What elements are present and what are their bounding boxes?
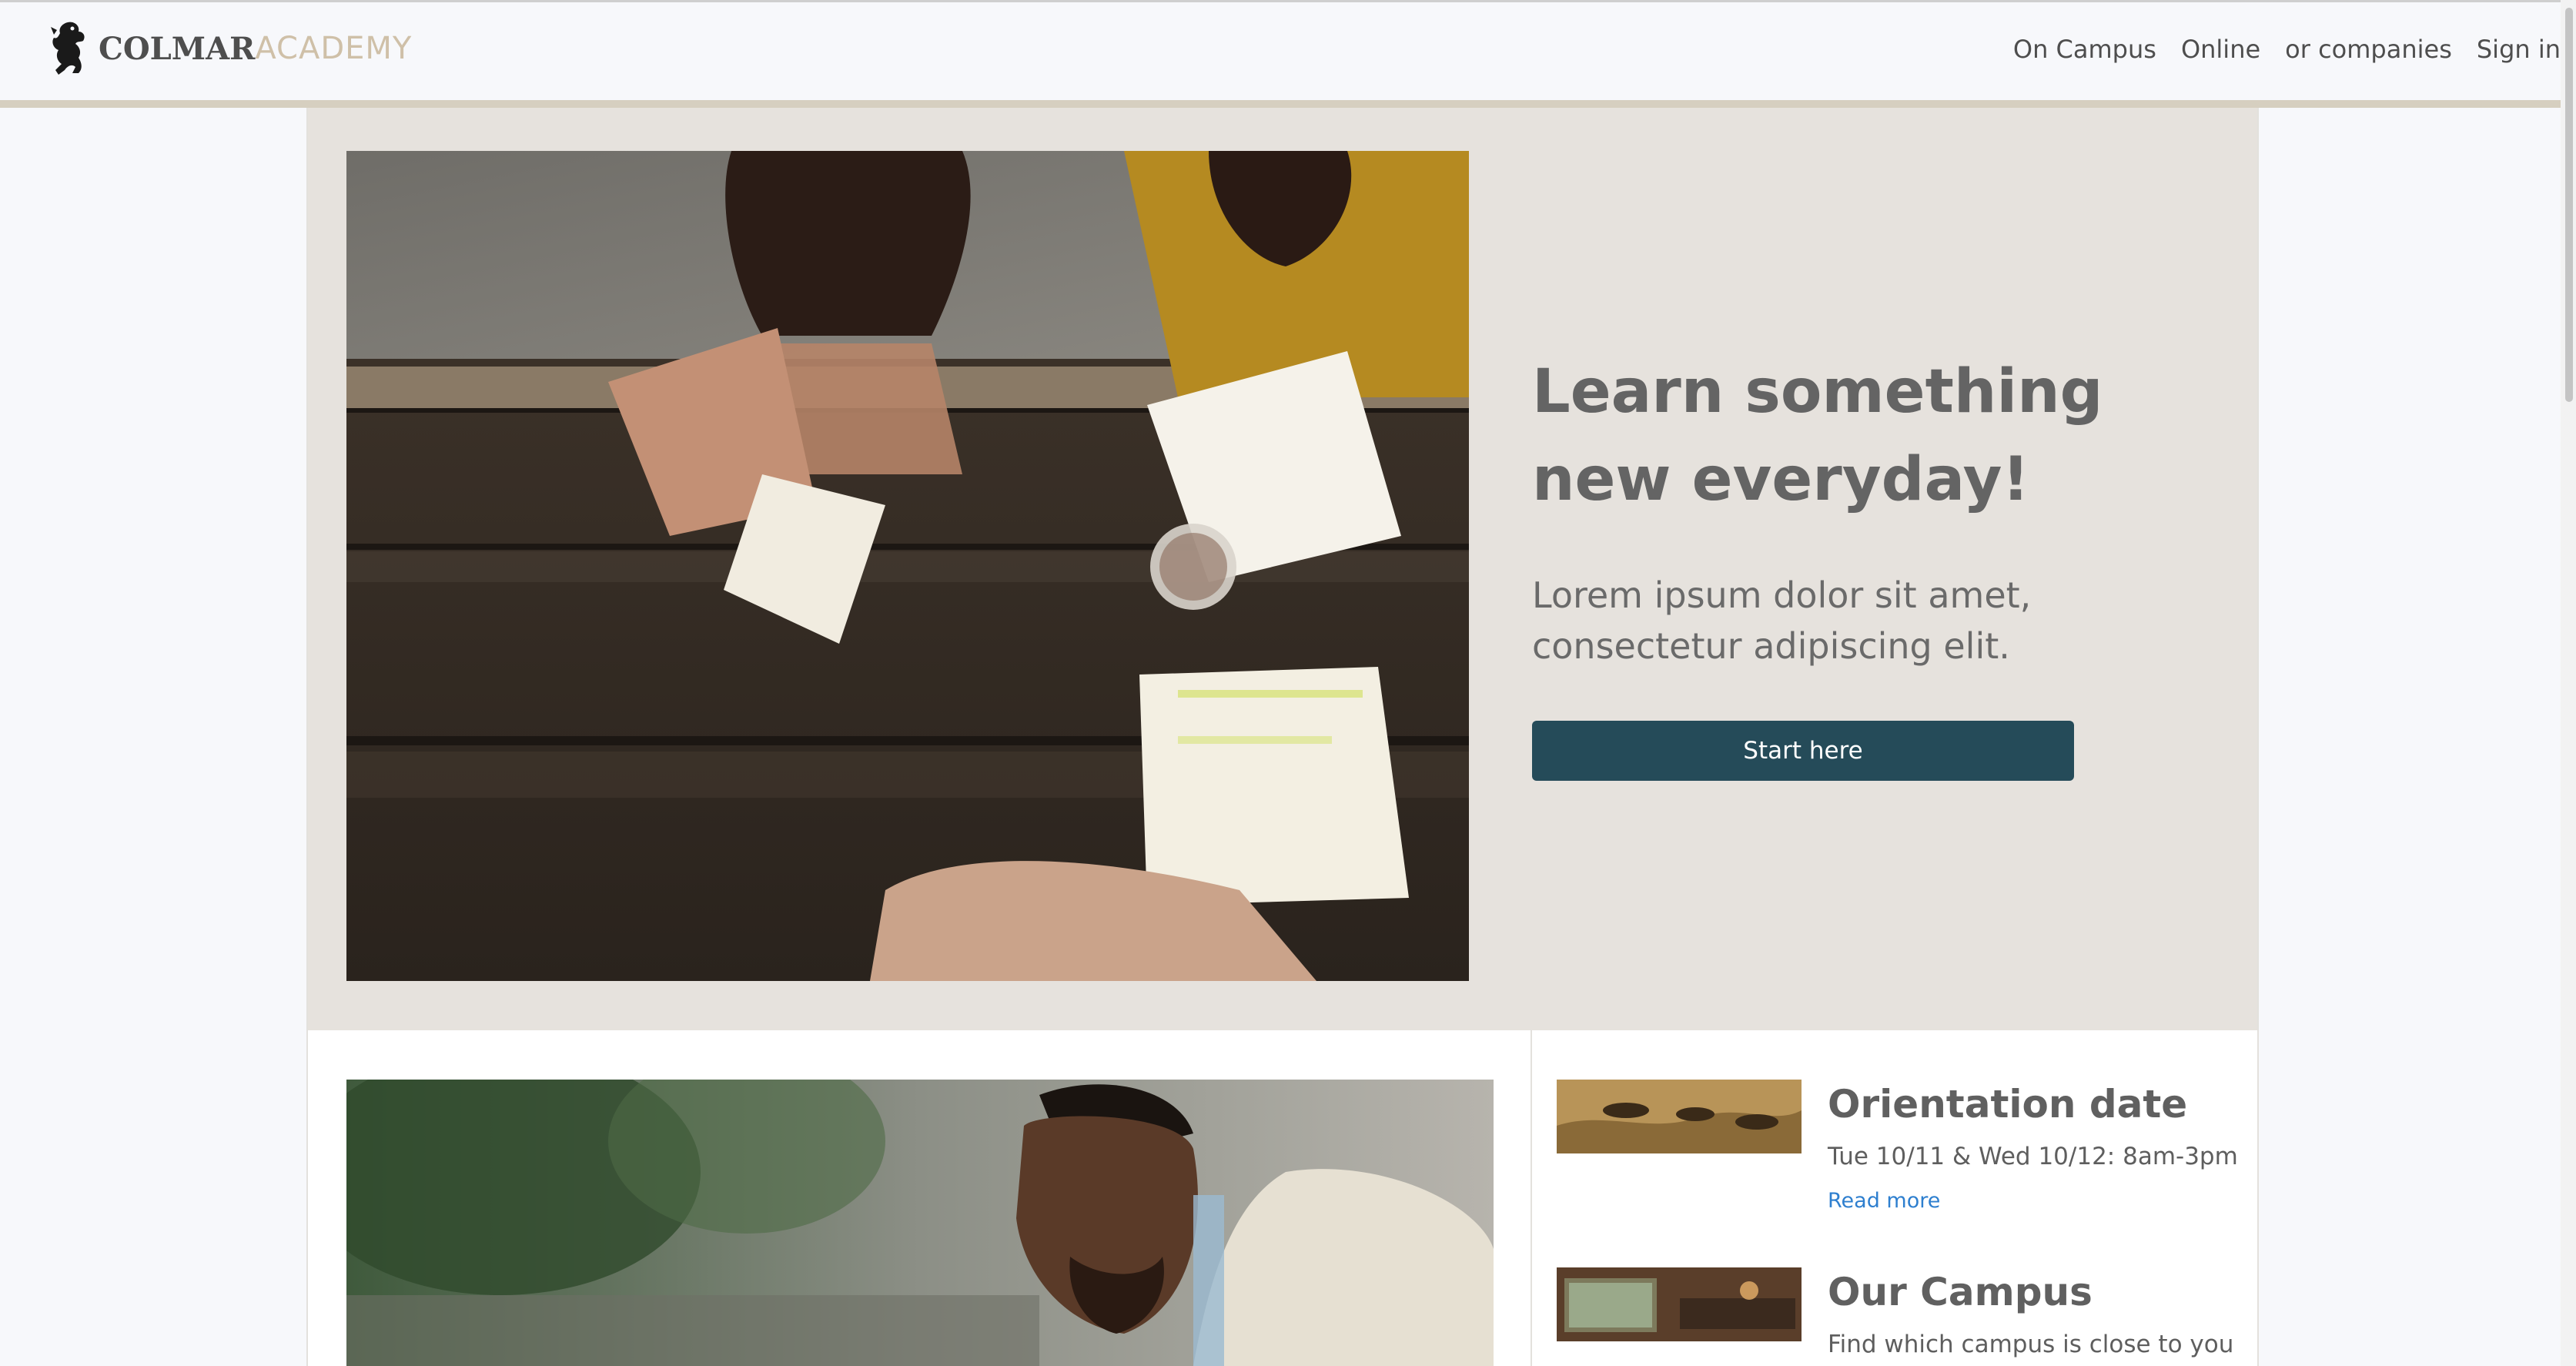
news-title[interactable]: Our Campus xyxy=(1828,1267,2243,1317)
hero-subtitle: Lorem ipsum dolor sit amet, consectetur … xyxy=(1532,570,2194,671)
hero-section: Learn something new everyday! Lorem ipsu… xyxy=(308,108,2257,1030)
hero-title-line1: Learn something xyxy=(1532,357,2103,427)
news-thumbnail[interactable] xyxy=(1557,1080,1802,1153)
news-body: Orientation date Tue 10/11 & Wed 10/12: … xyxy=(1828,1080,2243,1213)
news-description: Tue 10/11 & Wed 10/12: 8am-3pm xyxy=(1828,1143,2238,1170)
nav-link-online[interactable]: Online xyxy=(2181,35,2260,64)
brand-name-main: COLMAR xyxy=(99,30,256,67)
news-title[interactable]: Orientation date xyxy=(1828,1080,2243,1129)
column-divider xyxy=(1531,1030,1532,1366)
nav-link-on-campus[interactable]: On Campus xyxy=(2013,35,2156,64)
hero-text-block: Learn something new everyday! Lorem ipsu… xyxy=(1532,348,2194,781)
top-navbar: COLMAR ACADEMY On Campus Online or compa… xyxy=(0,0,2561,108)
hero-title: Learn something new everyday! xyxy=(1532,348,2194,524)
hero-subtitle-line1: Lorem ipsum dolor sit amet, xyxy=(1532,574,2032,616)
main-content: Learn something new everyday! Lorem ipsu… xyxy=(306,108,2259,1366)
feature-image xyxy=(346,1080,1494,1366)
lower-section: Orientation date Tue 10/11 & Wed 10/12: … xyxy=(308,1030,2257,1366)
hero-image xyxy=(346,151,1469,981)
start-here-button[interactable]: Start here xyxy=(1532,721,2074,781)
hero-title-line2: new everyday! xyxy=(1532,445,2030,514)
news-thumbnail[interactable] xyxy=(1557,1267,1802,1341)
news-description: Find which campus is close to you xyxy=(1828,1331,2234,1358)
page-scrollbar[interactable] xyxy=(2561,0,2576,1366)
scrollbar-thumb[interactable] xyxy=(2565,8,2573,402)
nav-link-sign-in[interactable]: Sign in xyxy=(2477,35,2561,64)
brand-name-accent: ACADEMY xyxy=(255,31,413,66)
nav-link-companies[interactable]: or companies xyxy=(2285,35,2452,64)
nav-links: On Campus Online or companies Sign in xyxy=(2013,35,2561,64)
lion-rampant-icon xyxy=(51,22,85,75)
hero-subtitle-line2: consectetur adipiscing elit. xyxy=(1532,625,2010,667)
brand-logo[interactable]: COLMAR ACADEMY xyxy=(45,19,412,78)
read-more-link[interactable]: Read more xyxy=(1828,1189,1940,1213)
news-body: Our Campus Find which campus is close to… xyxy=(1828,1267,2243,1358)
